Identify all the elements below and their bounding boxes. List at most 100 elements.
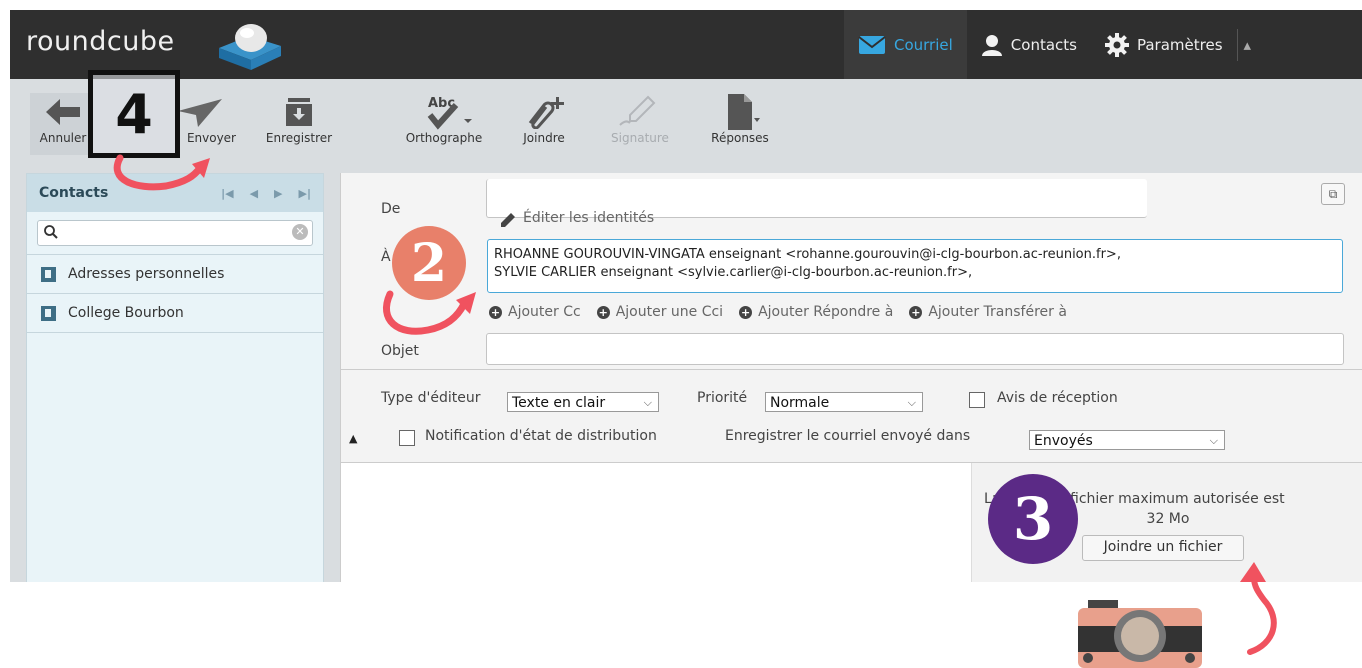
save-sent-select[interactable]: Envoyés ⌵ — [1029, 430, 1225, 450]
plus-circle-icon: + — [739, 305, 753, 319]
app-logo: roundcube — [26, 26, 175, 57]
nav-mail-label: Courriel — [894, 35, 953, 54]
responses-button[interactable]: Réponses — [700, 93, 780, 145]
editor-type-label: Type d'éditeur — [381, 390, 481, 406]
step-3-marker: 3 — [988, 474, 1078, 564]
compose-options: Type d'éditeur Texte en clair ⌵ Priorité… — [341, 370, 1362, 463]
priority-select[interactable]: Normale ⌵ — [765, 392, 923, 412]
contacts-search-input[interactable]: ✕ — [37, 220, 313, 246]
dsn-label: Notification d'état de distribution — [425, 428, 657, 444]
plus-circle-icon: + — [489, 305, 502, 319]
curved-arrow-icon — [113, 154, 210, 191]
upload-size-text-end: fichier maximum autorisée est — [1070, 491, 1285, 507]
address-book-college[interactable]: College Bourbon — [27, 293, 323, 333]
attach-label: Joindre — [523, 131, 565, 145]
recipient-line: SYLVIE CARLIER enseignant <sylvie.carlie… — [494, 265, 973, 280]
prev-page-icon[interactable]: ◀ — [250, 187, 258, 200]
from-label: De — [381, 201, 401, 217]
responses-label: Réponses — [711, 131, 769, 145]
recipient-line: RHOANNE GOUROUVIN-VINGATA enseignant <ro… — [494, 247, 1121, 262]
cancel-label: Annuler — [39, 131, 87, 145]
to-recipients-input[interactable]: RHOANNE GOUROUVIN-VINGATA enseignant <ro… — [487, 239, 1343, 293]
add-cc-link[interactable]: + Ajouter Cc — [489, 304, 581, 320]
spellcheck-button[interactable]: Abc Orthographe — [390, 93, 498, 145]
clear-search-icon[interactable]: ✕ — [292, 224, 308, 240]
add-followup-to-link[interactable]: + Ajouter Transférer à — [909, 304, 1067, 320]
last-page-icon[interactable]: ▶| — [299, 187, 311, 200]
contacts-panel: Contacts |◀ ◀ ▶ ▶| ✕ Adresses personnell… — [26, 173, 324, 582]
add-followup-to-label: Ajouter Transférer à — [928, 304, 1067, 320]
return-receipt-label: Avis de réception — [997, 390, 1118, 406]
envelope-icon — [858, 35, 886, 54]
curved-arrow-icon — [382, 290, 476, 335]
spellcheck-icon: Abc — [427, 96, 472, 130]
editor-type-value: Texte en clair — [512, 395, 606, 411]
collapse-options-icon[interactable]: ▲ — [349, 432, 357, 445]
nav-mail[interactable]: Courriel — [844, 10, 967, 79]
add-bcc-label: Ajouter une Cci — [615, 304, 724, 320]
attach-file-button[interactable]: Joindre un fichier — [1082, 535, 1244, 561]
roundcube-logo-icon — [219, 24, 281, 70]
subject-input[interactable] — [486, 333, 1344, 365]
signature-button[interactable]: Signature — [602, 93, 678, 145]
address-book-icon — [41, 305, 56, 321]
save-button[interactable]: Enregistrer — [254, 93, 344, 145]
cancel-button[interactable]: Annuler — [34, 93, 92, 145]
nav-contacts-label: Contacts — [1010, 35, 1077, 54]
plus-circle-icon: + — [909, 305, 923, 319]
contacts-panel-title: Contacts — [39, 185, 109, 201]
archive-box-icon — [286, 98, 312, 126]
chevron-down-icon: ⌵ — [1209, 434, 1218, 447]
roundcube-window: roundcube Courriel Contacts Paramètres ▴… — [10, 10, 1362, 582]
nav-contacts[interactable]: Contacts — [967, 10, 1091, 79]
chevron-down-icon: ⌵ — [643, 396, 652, 409]
return-receipt-checkbox[interactable] — [969, 392, 985, 408]
message-body-editor[interactable] — [341, 463, 971, 582]
pen-icon — [619, 95, 656, 126]
priority-label: Priorité — [697, 390, 748, 406]
compose-headers: De Éditer les identités ⧉ À RHOANNE GOUR… — [341, 173, 1362, 370]
nav-settings-label: Paramètres — [1136, 35, 1223, 54]
camera-watermark-icon — [1078, 600, 1202, 668]
attach-button[interactable]: Joindre — [514, 93, 574, 145]
document-icon — [728, 94, 760, 130]
edit-pencil-icon — [501, 213, 515, 227]
address-book-label: Adresses personnelles — [68, 266, 225, 282]
add-reply-to-link[interactable]: + Ajouter Répondre à — [739, 304, 893, 320]
paper-plane-icon — [178, 99, 222, 127]
chevron-down-icon: ⌵ — [907, 396, 916, 409]
contacts-pager: |◀ ◀ ▶ ▶| — [221, 187, 311, 200]
top-nav: Courriel Contacts Paramètres ▴ — [844, 10, 1257, 79]
next-page-icon[interactable]: ▶ — [274, 187, 282, 200]
editor-type-select[interactable]: Texte en clair ⌵ — [507, 392, 659, 412]
save-sent-label: Enregistrer le courriel envoyé dans — [725, 428, 971, 444]
expand-window-icon[interactable]: ⧉ — [1321, 183, 1345, 205]
search-icon — [44, 225, 58, 239]
add-reply-to-label: Ajouter Répondre à — [758, 304, 894, 320]
curved-arrow-icon — [1240, 562, 1277, 655]
address-book-personal[interactable]: Adresses personnelles — [27, 254, 323, 293]
person-icon — [981, 34, 1002, 56]
dsn-checkbox[interactable] — [399, 430, 415, 446]
top-bar: roundcube Courriel Contacts Paramètres ▴ — [10, 10, 1362, 79]
spellcheck-label: Orthographe — [405, 131, 483, 145]
nav-settings[interactable]: Paramètres — [1091, 10, 1237, 79]
save-sent-value: Envoyés — [1034, 433, 1093, 449]
signature-label: Signature — [611, 131, 669, 145]
address-book-icon — [41, 266, 56, 282]
add-cc-label: Ajouter Cc — [508, 304, 581, 320]
nav-more-icon[interactable]: ▴ — [1238, 36, 1258, 54]
paperclip-plus-icon — [528, 97, 564, 129]
gear-icon — [1104, 32, 1129, 57]
address-book-label: College Bourbon — [68, 305, 184, 321]
add-header-links: + Ajouter Cc + Ajouter une Cci + Ajouter Ré… — [489, 304, 1067, 320]
add-bcc-link[interactable]: + Ajouter une Cci — [596, 304, 724, 320]
edit-identities-link[interactable]: Éditer les identités — [523, 210, 654, 226]
arrow-left-icon — [46, 99, 80, 125]
priority-value: Normale — [770, 395, 830, 411]
plus-circle-icon: + — [596, 305, 610, 319]
step-4-marker: 4 — [88, 70, 180, 158]
to-label: À — [381, 249, 391, 265]
compose-panel: De Éditer les identités ⧉ À RHOANNE GOUR… — [340, 173, 1362, 582]
save-label: Enregistrer — [265, 131, 333, 145]
